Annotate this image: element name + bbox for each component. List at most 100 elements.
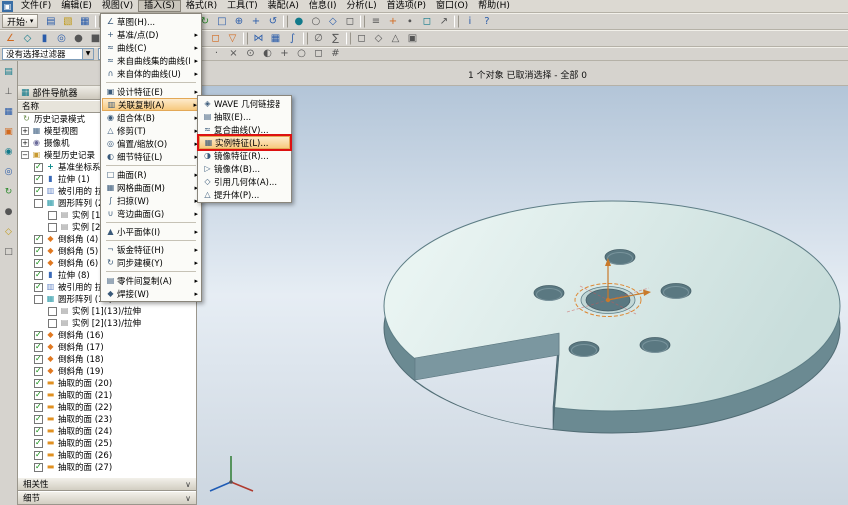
insert-offset-scale-item[interactable]: ◎ 偏置/缩放(O) ▸ <box>102 137 200 150</box>
referenced-geometry-item[interactable]: ◇ 引用几何体(A)... ▸ <box>199 175 290 188</box>
suppress-checkbox[interactable] <box>34 247 43 256</box>
selection-filter-dropdown[interactable]: 没有选择过滤器 ▼ <box>2 48 94 60</box>
orient-view-icon[interactable]: ◇ <box>324 14 341 29</box>
insert-curve-item[interactable]: ≈ 曲线(C) ▸ <box>102 41 200 54</box>
suppress-checkbox[interactable] <box>34 439 43 448</box>
insert-weld-item[interactable]: ◆ 焊接(W) ▸ <box>102 287 200 300</box>
isometric-view-icon[interactable]: ◇ <box>370 31 387 46</box>
wave-geometry-linker-item[interactable]: ◈ WAVE 几何链接器(W)... ▸ <box>199 97 290 110</box>
insert-sweep-item[interactable]: ∫ 扫掠(W) ▸ <box>102 194 200 207</box>
part-navigator-icon[interactable]: ▦ <box>2 105 16 119</box>
suppress-checkbox[interactable] <box>34 367 43 376</box>
insert-synchronous-modeling-item[interactable]: ↻ 同步建模(Y) ▸ <box>102 256 200 269</box>
window-icon[interactable]: ▣ <box>404 31 421 46</box>
insert-curve-from-curves-item[interactable]: ≈ 来自曲线集的曲线(F) ▸ <box>102 54 200 67</box>
tree-row[interactable]: 倒斜角 (16) <box>18 329 196 341</box>
insert-associative-copy-item[interactable]: ▥ 关联复制(A) ▸ <box>102 98 200 111</box>
start-button[interactable]: 开始·▾ <box>2 14 38 28</box>
suppress-checkbox[interactable] <box>34 379 43 388</box>
suppress-checkbox[interactable] <box>48 319 57 328</box>
menu-file[interactable]: 文件(F) <box>16 0 56 12</box>
measure-distance-icon[interactable]: ∅ <box>310 31 327 46</box>
suppress-checkbox[interactable] <box>34 259 43 268</box>
wcs-orient-icon[interactable]: + <box>384 14 401 29</box>
insert-mesh-surface-item[interactable]: ▦ 网格曲面(M) ▸ <box>102 181 200 194</box>
snap-midpoint-icon[interactable]: · <box>208 46 225 61</box>
hole-icon[interactable]: ● <box>70 31 87 46</box>
suppress-checkbox[interactable] <box>34 163 43 172</box>
tree-row[interactable]: 倒斜角 (18) <box>18 353 196 365</box>
help-icon[interactable]: ? <box>478 14 495 29</box>
insert-sketch-item[interactable]: ∠ 草图(H)... ▸ <box>102 15 200 28</box>
top-view-icon[interactable]: △ <box>387 31 404 46</box>
insert-combine-bodies-item[interactable]: ◉ 组合体(B) ▸ <box>102 111 200 124</box>
trim-body-icon[interactable]: ▽ <box>224 31 241 46</box>
roles-icon[interactable]: ◇ <box>2 225 16 239</box>
snap-on-face-icon[interactable]: ◻ <box>310 46 327 61</box>
suppress-checkbox[interactable] <box>34 295 43 304</box>
mirror-feature-icon[interactable]: ⋈ <box>250 31 267 46</box>
suppress-checkbox[interactable] <box>34 415 43 424</box>
menu-analysis[interactable]: 分析(L) <box>342 0 382 12</box>
suppress-checkbox[interactable] <box>34 187 43 196</box>
insert-flange-surface-item[interactable]: ∪ 弯边曲面(G) ▸ <box>102 207 200 220</box>
suppress-checkbox[interactable] <box>34 175 43 184</box>
tree-row[interactable]: 抽取的面 (23) <box>18 413 196 425</box>
suppress-checkbox[interactable] <box>34 331 43 340</box>
composite-curve-item[interactable]: ≈ 复合曲线(V)... ▸ <box>199 123 290 136</box>
suppress-checkbox[interactable] <box>34 343 43 352</box>
menu-edit[interactable]: 编辑(E) <box>56 0 97 12</box>
pattern-feature-icon[interactable]: ▦ <box>267 31 284 46</box>
suppress-checkbox[interactable] <box>34 451 43 460</box>
snap-quadrant-icon[interactable]: ◐ <box>259 46 276 61</box>
suppress-checkbox[interactable] <box>48 307 57 316</box>
snap-existing-point-icon[interactable]: + <box>276 46 293 61</box>
menu-insert[interactable]: 插入(S) <box>138 0 181 12</box>
expander-icon[interactable] <box>21 151 29 159</box>
suppress-checkbox[interactable] <box>34 283 43 292</box>
menu-assemblies[interactable]: 装配(A) <box>263 0 304 12</box>
history-palette-icon[interactable]: ↻ <box>2 185 16 199</box>
insert-detail-feature-item[interactable]: ◐ 细节特征(L) ▸ <box>102 150 200 163</box>
suppress-checkbox[interactable] <box>34 391 43 400</box>
assembly-navigator-icon[interactable]: ▤ <box>2 65 16 79</box>
menu-tools[interactable]: 工具(T) <box>222 0 263 12</box>
extract-item[interactable]: ▤ 抽取(E)... ▸ <box>199 110 290 123</box>
revolve-icon[interactable]: ◎ <box>53 31 70 46</box>
suppress-checkbox[interactable] <box>48 211 57 220</box>
tree-row[interactable]: 抽取的面 (26) <box>18 449 196 461</box>
bolt-hole[interactable] <box>661 284 691 299</box>
shell-icon[interactable]: ◻ <box>207 31 224 46</box>
tree-row[interactable]: 抽取的面 (24) <box>18 425 196 437</box>
suppress-checkbox[interactable] <box>48 223 57 232</box>
snap-tangent-icon[interactable]: ○ <box>293 46 310 61</box>
graphics-window[interactable] <box>197 86 848 505</box>
suppress-checkbox[interactable] <box>34 403 43 412</box>
datum-plane-icon[interactable]: ◇ <box>19 31 36 46</box>
rotate-view-icon[interactable]: ↺ <box>264 14 281 29</box>
suppress-checkbox[interactable] <box>34 199 43 208</box>
tree-row[interactable]: 倒斜角 (17) <box>18 341 196 353</box>
vector-constructor-icon[interactable]: ↗ <box>435 14 452 29</box>
dependencies-section[interactable]: 相关性 ∨ <box>18 477 196 491</box>
details-section[interactable]: 细节 ∨ <box>18 491 196 505</box>
suppress-checkbox[interactable] <box>34 355 43 364</box>
menu-format[interactable]: 格式(R) <box>181 0 222 12</box>
tree-row[interactable]: 抽取的面 (25) <box>18 437 196 449</box>
constraint-navigator-icon[interactable]: ⊥ <box>2 85 16 99</box>
insert-design-feature-item[interactable]: ▣ 设计特征(E) ▸ <box>102 85 200 98</box>
insert-facet-body-item[interactable]: ▲ 小平面体(I) ▸ <box>102 225 200 238</box>
bolt-hole[interactable] <box>640 338 670 353</box>
insert-curve-from-bodies-item[interactable]: ∩ 来自体的曲线(U) ▸ <box>102 67 200 80</box>
promote-body-item[interactable]: △ 提升体(P)... ▸ <box>199 188 290 201</box>
menu-information[interactable]: 信息(I) <box>304 0 342 12</box>
wireframe-display-icon[interactable]: ○ <box>307 14 324 29</box>
plane-constructor-icon[interactable]: ◻ <box>418 14 435 29</box>
tree-row[interactable]: 抽取的面 (27) <box>18 461 196 473</box>
insert-interpart-copy-item[interactable]: ▤ 零件间复制(A) ▸ <box>102 274 200 287</box>
insert-datum-point-item[interactable]: + 基准/点(D) ▸ <box>102 28 200 41</box>
layer-settings-icon[interactable]: ≡ <box>367 14 384 29</box>
new-file-icon[interactable]: ▤ <box>42 14 59 29</box>
tree-row[interactable]: 实例 [2](13)/拉伸 <box>18 317 196 329</box>
perspective-icon[interactable]: ◻ <box>341 14 358 29</box>
